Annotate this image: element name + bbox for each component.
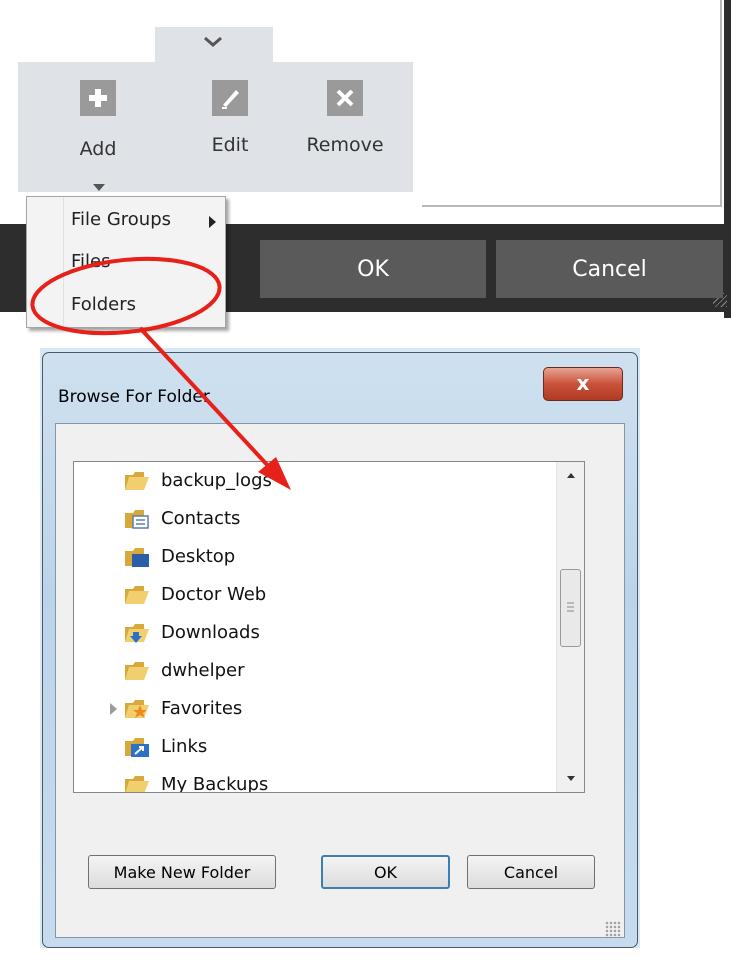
tree-item-label: Favorites	[161, 698, 243, 719]
cancel-button[interactable]: Cancel	[467, 855, 595, 889]
close-button[interactable]: x	[543, 367, 623, 401]
desktop-folder-icon	[125, 548, 149, 567]
tree-item-desktop[interactable]: Desktop	[74, 540, 554, 576]
make-new-folder-button[interactable]: Make New Folder	[88, 855, 276, 889]
tree-item-label: Desktop	[161, 546, 236, 567]
edit-button[interactable]: Edit	[185, 80, 275, 180]
remove-label: Remove	[306, 134, 384, 156]
submenu-arrow-icon	[209, 216, 216, 228]
folder-icon	[125, 472, 149, 490]
panel-border	[720, 0, 722, 206]
scroll-up-icon[interactable]	[557, 462, 585, 488]
grip-lines-icon	[567, 602, 574, 612]
expand-arrow-icon[interactable]	[110, 703, 117, 715]
top-panel: Add Edit Remove OK Cancel File Groups Fi…	[0, 0, 731, 328]
folder-icon	[125, 776, 149, 792]
resize-grip-icon[interactable]	[605, 921, 621, 937]
folder-tree[interactable]: backup_logs Contacts Desktop Doctor Web …	[73, 461, 585, 793]
pencil-icon	[212, 80, 248, 116]
dark-frame-edge	[724, 0, 731, 318]
ok-button[interactable]: OK	[321, 855, 450, 889]
vertical-scrollbar[interactable]	[556, 462, 585, 792]
add-label: Add	[79, 138, 117, 160]
tree-item-label: backup_logs	[161, 470, 272, 491]
menu-item-folders[interactable]: Folders	[71, 294, 136, 315]
tree-item-doctor-web[interactable]: Doctor Web	[74, 578, 554, 614]
add-dropdown-menu: File Groups Files Folders	[26, 196, 226, 328]
toolbar: Add Edit Remove	[18, 62, 413, 192]
tree-item-my-backups[interactable]: My Backups	[74, 768, 554, 793]
dialog-title: Browse For Folder	[58, 387, 210, 407]
favorites-folder-icon	[125, 700, 149, 718]
tree-item-label: Contacts	[161, 508, 241, 529]
tree-item-label: My Backups	[161, 774, 269, 793]
menu-item-file-groups[interactable]: File Groups	[71, 209, 171, 230]
tree-item-dwhelper[interactable]: dwhelper	[74, 654, 554, 690]
tree-item-label: Downloads	[161, 622, 260, 643]
plus-icon	[80, 80, 116, 116]
edit-label: Edit	[211, 134, 249, 156]
tree-item-label: Doctor Web	[161, 584, 267, 605]
close-icon	[327, 80, 363, 116]
remove-button[interactable]: Remove	[300, 80, 390, 180]
chevron-down-icon[interactable]	[203, 35, 223, 49]
scrollbar-thumb[interactable]	[560, 569, 581, 647]
tree-item-links[interactable]: Links	[74, 730, 554, 766]
browse-for-folder-dialog: Browse For Folder x backup_logs Contacts	[42, 352, 638, 948]
menu-gutter	[63, 197, 64, 327]
links-folder-icon	[125, 738, 149, 757]
panel-border	[422, 205, 722, 207]
tree-item-contacts[interactable]: Contacts	[74, 502, 554, 538]
add-button[interactable]: Add	[53, 80, 143, 191]
folder-icon	[125, 586, 149, 604]
ok-button[interactable]: OK	[260, 240, 486, 298]
tree-item-downloads[interactable]: Downloads	[74, 616, 554, 652]
dropdown-arrow-icon[interactable]	[93, 184, 105, 191]
contacts-folder-icon	[125, 510, 149, 529]
downloads-folder-icon	[125, 624, 149, 643]
folder-icon	[125, 662, 149, 680]
tree-item-label: Links	[161, 736, 208, 757]
tree-item-label: dwhelper	[161, 660, 245, 681]
close-icon: x	[576, 371, 590, 395]
cancel-button[interactable]: Cancel	[496, 240, 723, 298]
menu-item-files[interactable]: Files	[71, 251, 111, 272]
tree-item-backup-logs[interactable]: backup_logs	[74, 464, 554, 500]
tree-item-favorites[interactable]: Favorites	[74, 692, 554, 728]
scroll-down-icon[interactable]	[557, 766, 585, 792]
